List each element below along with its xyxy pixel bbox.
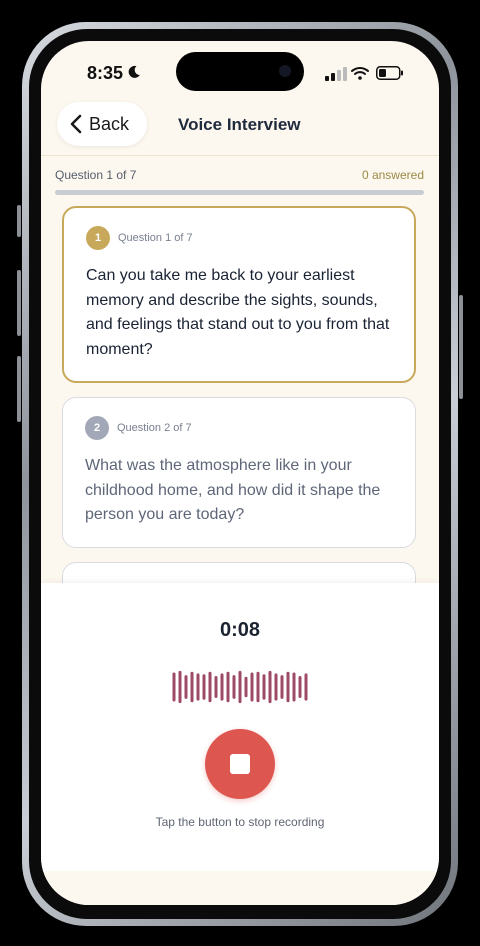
header-divider (41, 155, 439, 156)
wifi-icon (351, 67, 369, 80)
waveform-bar (172, 672, 176, 702)
waveform-bar (196, 673, 200, 701)
waveform-bar (220, 673, 224, 701)
question-card-2[interactable]: 2 Question 2 of 7 What was the atmospher… (62, 397, 416, 548)
waveform-bar (238, 670, 242, 704)
volume-up-button (17, 270, 21, 336)
recording-timer: 0:08 (219, 619, 261, 641)
progress-bar (55, 190, 424, 195)
question-text: What was the atmosphere like in your chi… (85, 457, 381, 523)
progress-label: Question 1 of 7 (55, 168, 137, 182)
question-card-1[interactable]: 1 Question 1 of 7 Can you take me back t… (62, 206, 416, 383)
volume-down-button (17, 356, 21, 422)
signal-icon (325, 67, 347, 81)
question-number-badge: 2 (85, 416, 109, 440)
screen: 8:35 Back Voice Interview Question 1 of … (41, 41, 439, 905)
status-bar: 8:35 (41, 41, 439, 101)
waveform-bar (280, 675, 284, 699)
recording-hint: Tap the button to stop recording (155, 815, 325, 829)
waveform-bar (304, 673, 308, 701)
page-title: Voice Interview (178, 115, 301, 134)
waveform-bar (202, 674, 206, 700)
chevron-left-icon (70, 114, 82, 134)
stop-icon (230, 754, 250, 774)
waveform-bar (208, 671, 212, 703)
recording-panel: 0:08 Tap the button to stop recording (41, 583, 439, 871)
waveform-bar (286, 671, 290, 703)
status-time: 8:35 (87, 63, 124, 83)
waveform-bar (184, 675, 188, 699)
answered-count: 0 answered (361, 168, 424, 182)
waveform-bar (244, 676, 248, 698)
waveform-bar (274, 673, 278, 701)
moon-icon (128, 65, 140, 78)
waveform-bar (232, 675, 236, 699)
waveform-bar (292, 672, 296, 702)
back-label: Back (89, 113, 130, 134)
waveform-bar (178, 670, 182, 704)
waveform-bar (250, 672, 254, 702)
question-number-badge: 1 (86, 226, 110, 250)
back-button[interactable]: Back (57, 102, 147, 146)
stop-recording-button[interactable] (205, 729, 275, 799)
camera-icon (279, 65, 291, 77)
battery-icon (376, 66, 403, 80)
waveform-bar (190, 671, 194, 703)
waveform-bar (268, 670, 272, 704)
waveform-bar (226, 671, 230, 703)
question-text: Can you take me back to your earliest me… (86, 267, 390, 358)
waveform-bar (214, 675, 218, 699)
bottom-strip (41, 871, 439, 905)
waveform-bar (256, 671, 260, 703)
question-meta: Question 2 of 7 (117, 422, 192, 434)
action-button (17, 205, 21, 237)
waveform-bar (262, 674, 266, 700)
power-button (459, 295, 463, 399)
waveform-bar (298, 675, 302, 699)
question-meta: Question 1 of 7 (118, 232, 193, 244)
waveform (172, 670, 308, 704)
